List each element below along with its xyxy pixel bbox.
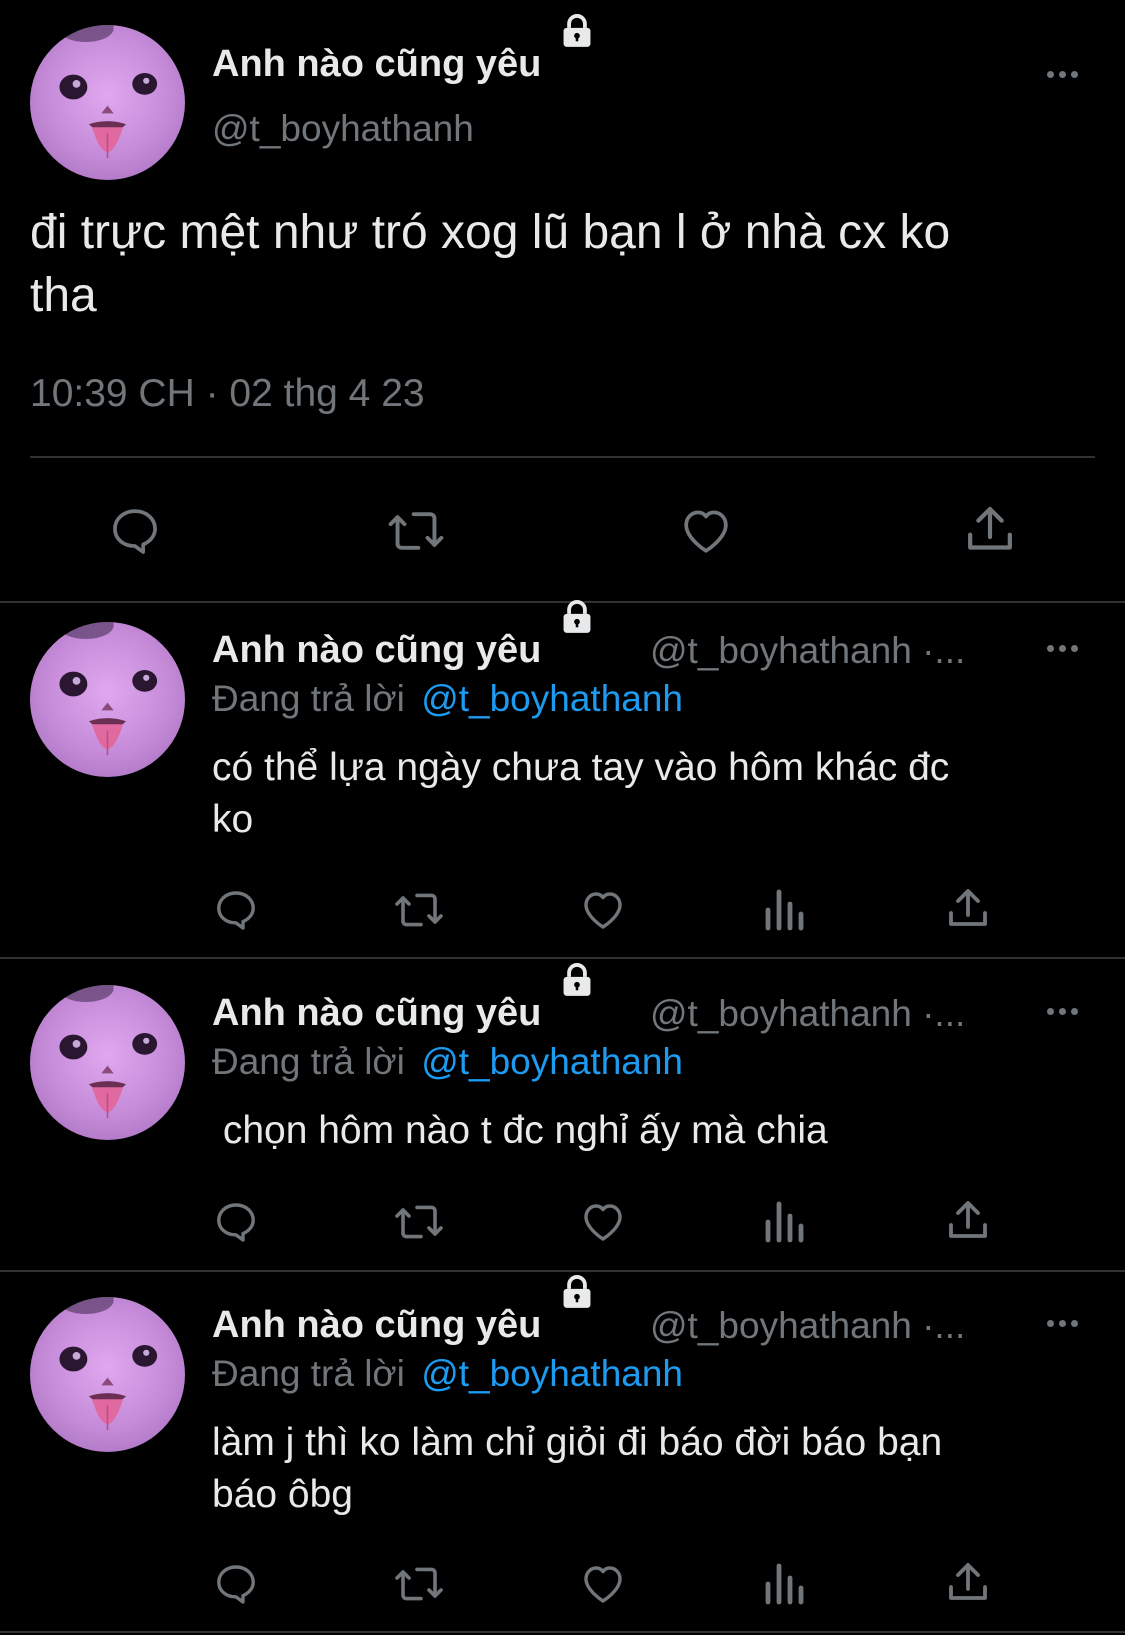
cat-avatar-image	[57, 622, 158, 756]
replying-prefix: Đang trả lời	[212, 1041, 405, 1082]
more-icon[interactable]	[1047, 1320, 1078, 1327]
reply-icon[interactable]	[212, 1198, 260, 1246]
display-name[interactable]: Anh nào cũng yêu	[212, 963, 596, 1035]
lock-icon	[558, 963, 596, 1025]
reply-icon[interactable]	[212, 886, 260, 934]
handle[interactable]: @t_boyhathanh ·...	[650, 1305, 965, 1347]
avatar[interactable]	[30, 622, 185, 777]
reply-icon[interactable]	[212, 1560, 260, 1608]
more-icon[interactable]	[1047, 1008, 1078, 1015]
tweet-text-line-1: làm j thì ko làm chỉ giỏi đi báo đời báo…	[212, 1421, 943, 1464]
lock-icon	[558, 600, 596, 662]
tweet-text-line-2: ko	[212, 798, 254, 841]
lock-icon	[558, 14, 596, 76]
more-icon[interactable]	[1047, 71, 1078, 78]
avatar[interactable]	[30, 985, 185, 1140]
display-name[interactable]: Anh nào cũng yêu	[212, 600, 596, 672]
tweet-text-line-1: có thể lựa ngày chưa tay vào hôm khác đc	[212, 746, 950, 789]
heart-icon[interactable]	[578, 1198, 628, 1246]
views-icon[interactable]	[762, 1198, 806, 1246]
divider	[0, 957, 1125, 959]
tweet-text-line-1: đi trực mệt như tró xog lũ bạn l ở nhà c…	[30, 206, 951, 259]
cat-avatar-image	[57, 1297, 158, 1431]
reply-icon[interactable]	[107, 503, 163, 559]
replying-to: Đang trả lời @t_boyhathanh	[212, 1353, 683, 1395]
tweet-text-line-2: báo ôbg	[212, 1473, 353, 1516]
retweet-icon[interactable]	[386, 503, 446, 559]
replying-prefix: Đang trả lời	[212, 678, 405, 719]
replying-to: Đang trả lời @t_boyhathanh	[212, 1041, 683, 1083]
handle[interactable]: @t_boyhathanh ·...	[650, 630, 965, 672]
cat-avatar-image	[57, 25, 158, 159]
retweet-icon[interactable]	[393, 1198, 445, 1246]
share-icon[interactable]	[944, 1196, 992, 1246]
share-icon[interactable]	[962, 501, 1018, 559]
share-icon[interactable]	[944, 1558, 992, 1608]
retweet-icon[interactable]	[393, 1560, 445, 1608]
display-name-text: Anh nào cũng yêu	[212, 43, 542, 85]
retweet-icon[interactable]	[393, 886, 445, 934]
replying-prefix: Đang trả lời	[212, 1353, 405, 1394]
replying-to-link[interactable]: @t_boyhathanh	[421, 1353, 683, 1394]
divider	[0, 1631, 1125, 1633]
replying-to: Đang trả lời @t_boyhathanh	[212, 678, 683, 720]
views-icon[interactable]	[762, 886, 806, 934]
lock-icon	[558, 1275, 596, 1337]
handle[interactable]: @t_boyhathanh	[212, 108, 474, 150]
tweet-text-line-2: tha	[30, 269, 97, 322]
avatar[interactable]	[30, 1297, 185, 1452]
replying-to-link[interactable]: @t_boyhathanh	[421, 1041, 683, 1082]
more-icon[interactable]	[1047, 645, 1078, 652]
divider	[30, 456, 1095, 458]
heart-icon[interactable]	[578, 886, 628, 934]
share-icon[interactable]	[944, 884, 992, 934]
replying-to-link[interactable]: @t_boyhathanh	[421, 678, 683, 719]
handle[interactable]: @t_boyhathanh ·...	[650, 993, 965, 1035]
tweet-text-line-1: chọn hôm nào t đc nghỉ ấy mà chia	[212, 1109, 828, 1152]
display-name[interactable]: Anh nào cũng yêu	[212, 1275, 596, 1347]
cat-avatar-image	[57, 985, 158, 1119]
heart-icon[interactable]	[677, 503, 735, 559]
divider	[0, 1270, 1125, 1272]
heart-icon[interactable]	[578, 1560, 628, 1608]
views-icon[interactable]	[762, 1560, 806, 1608]
display-name-text: Anh nào cũng yêu	[212, 992, 542, 1034]
avatar[interactable]	[30, 25, 185, 180]
display-name-text: Anh nào cũng yêu	[212, 629, 542, 671]
timestamp[interactable]: 10:39 CH · 02 thg 4 23	[30, 372, 425, 416]
display-name-text: Anh nào cũng yêu	[212, 1304, 542, 1346]
display-name[interactable]: Anh nào cũng yêu	[212, 14, 596, 86]
